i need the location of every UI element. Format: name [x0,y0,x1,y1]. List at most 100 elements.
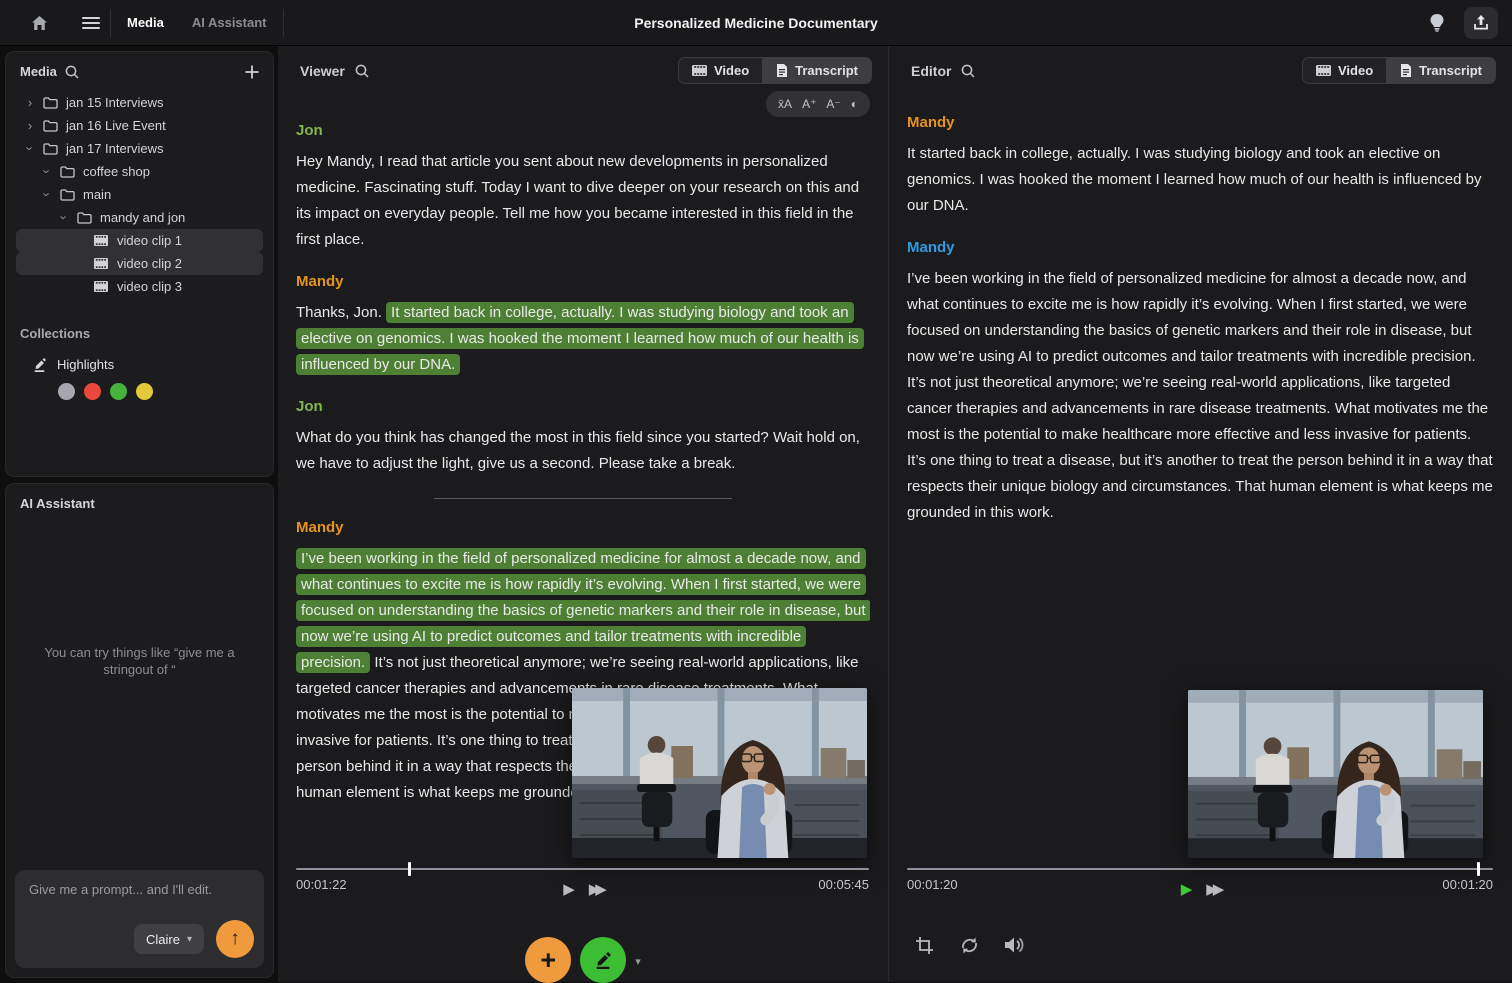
home-button[interactable] [22,7,56,39]
highlighter-icon [593,950,613,970]
folder-icon [60,165,76,178]
prompt-input[interactable] [27,880,252,920]
editor-video-tab-label: Video [1338,63,1373,78]
editor-search-button[interactable] [961,64,975,78]
highlight-dot[interactable] [110,383,127,400]
idea-button[interactable] [1420,7,1454,39]
plus-icon: + [540,947,556,974]
media-tree-item[interactable]: video clip 3 [16,275,263,298]
tree-item-label: main [83,187,111,202]
chevron-icon[interactable]: › [58,212,71,224]
speaker-label[interactable]: Mandy [907,110,1494,136]
highlights-item[interactable]: Highlights [20,357,259,372]
viewer-playhead[interactable] [408,862,411,876]
hamburger-icon [82,17,100,29]
editor-title: Editor [911,63,951,79]
editor-video-thumbnail[interactable] [1188,690,1483,858]
transcript-paragraph[interactable]: Hey Mandy, I read that article you sent … [296,149,870,253]
viewer-play-button[interactable]: ▶ [563,880,575,898]
transcript-paragraph[interactable]: It started back in college, actually. I … [907,141,1494,219]
speaker-label[interactable]: Jon [296,394,870,420]
viewer-video-tab[interactable]: Video [679,58,762,83]
transcript-segment[interactable]: It started back in college, actually. I … [907,145,1482,214]
editor-playhead[interactable] [1477,862,1480,876]
editor-view-toggle: Video Transcript [1302,57,1496,84]
editor-timeline[interactable]: 00:01:20 00:01:20 ▶ ▶▶ [907,868,1493,892]
viewer-progress-bar[interactable] [296,868,869,870]
editor-fast-forward-button[interactable]: ▶▶ [1206,880,1219,898]
media-tree-item[interactable]: › main [16,183,263,206]
highlight-dot[interactable] [58,383,75,400]
editor-progress-bar[interactable] [907,868,1493,870]
speaker-label[interactable]: Jon [296,118,870,144]
crop-button[interactable] [913,934,935,956]
media-search-button[interactable] [65,65,79,79]
transcript-paragraph[interactable]: I’ve been working in the field of person… [907,266,1494,526]
speaker-label[interactable]: Mandy [907,235,1494,261]
folder-icon [43,119,59,132]
film-icon [1316,65,1331,76]
media-tree-item[interactable]: ›jan 17 Interviews [16,137,263,160]
highlight-options-caret[interactable]: ▾ [635,955,641,968]
chevron-icon[interactable]: › [41,189,54,201]
editor-current-time: 00:01:20 [907,877,958,892]
viewer-total-time: 00:05:45 [818,877,869,892]
search-icon [355,64,369,78]
tab-ai-assistant[interactable]: AI Assistant [178,15,281,30]
video-frame [572,688,867,858]
editor-video-tab[interactable]: Video [1303,58,1386,83]
viewer-timeline[interactable]: 00:01:22 00:05:45 ▶ ▶▶ [296,868,869,892]
tree-item-label: video clip 1 [117,233,182,248]
collections-title: Collections [20,326,259,341]
viewer-search-button[interactable] [355,64,369,78]
menu-button[interactable] [74,7,108,39]
transcript-segment[interactable]: I’ve been working in the field of person… [907,270,1493,521]
clip-icon [94,280,110,293]
media-tree-item[interactable]: video clip 2 [16,252,263,275]
cycle-icon [959,936,980,955]
tree-item-label: video clip 2 [117,256,182,271]
add-clip-button[interactable]: + [525,937,571,983]
speaker-label[interactable]: Mandy [296,269,870,295]
transcript-paragraph[interactable]: Thanks, Jon. It started back in college,… [296,300,870,378]
media-add-button[interactable] [245,65,259,79]
search-icon [65,65,79,79]
chevron-icon[interactable]: › [24,143,37,155]
highlight-button[interactable] [580,937,626,983]
voice-label: Claire [146,932,180,947]
transcript-segment[interactable]: Hey Mandy, I read that article you sent … [296,153,859,248]
media-tree-item[interactable]: ›jan 16 Live Event [16,114,263,137]
upload-icon [1473,14,1489,31]
editor-play-button[interactable]: ▶ [1181,880,1193,898]
media-tree-item[interactable]: video clip 1 [16,229,263,252]
export-button[interactable] [1464,7,1498,39]
transcript-segment[interactable]: What do you think has changed the most i… [296,429,860,472]
viewer-title: Viewer [300,63,345,79]
chevron-icon[interactable]: › [41,166,54,178]
folder-icon [77,211,93,224]
viewer-fast-forward-button[interactable]: ▶▶ [589,880,602,898]
film-icon [692,65,707,76]
transcript-paragraph[interactable]: What do you think has changed the most i… [296,425,870,477]
volume-button[interactable] [1003,934,1025,956]
retake-button[interactable] [958,934,980,956]
highlight-dot[interactable] [136,383,153,400]
viewer-video-thumbnail[interactable] [572,688,867,858]
transcript-segment[interactable]: Thanks, Jon. [296,304,386,321]
media-tree-item[interactable]: ›mandy and jon [16,206,263,229]
editor-transcript-tab-label: Transcript [1419,63,1482,78]
assistant-panel: AI Assistant You can try things like “gi… [5,483,274,978]
chevron-icon[interactable]: › [24,96,36,109]
speaker-label[interactable]: Mandy [296,515,870,541]
clip-icon [94,234,110,247]
tab-media[interactable]: Media [113,15,178,30]
home-icon [31,15,48,31]
voice-select-button[interactable]: Claire ▾ [134,924,204,954]
chevron-icon[interactable]: › [24,119,36,132]
send-prompt-button[interactable]: ↑ [216,920,254,958]
editor-transcript-tab[interactable]: Transcript [1386,58,1495,83]
highlight-dot[interactable] [84,383,101,400]
media-tree-item[interactable]: ›jan 15 Interviews [16,91,263,114]
media-tree-item[interactable]: ›coffee shop [16,160,263,183]
viewer-transcript-tab[interactable]: Transcript [762,58,871,83]
